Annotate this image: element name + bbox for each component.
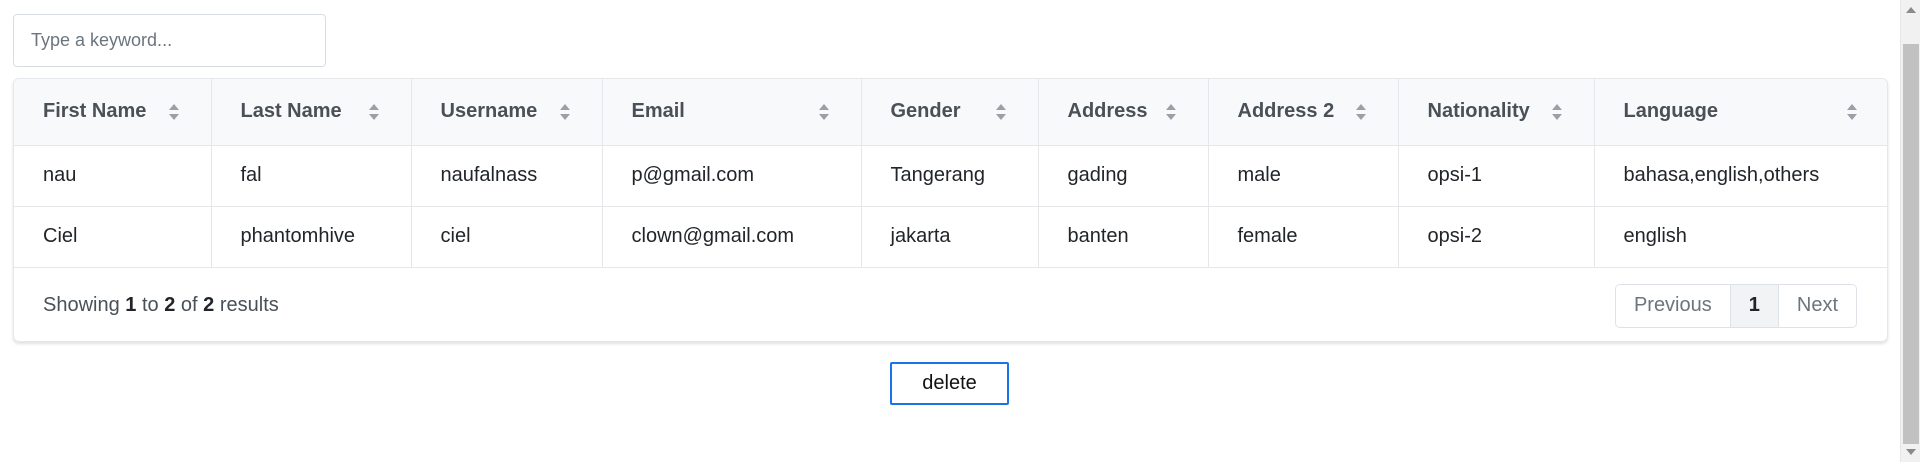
sort-icon[interactable] xyxy=(168,103,180,121)
data-table-card: First Name Last Name Username Email Gend… xyxy=(13,78,1888,342)
table-cell: clown@gmail.com xyxy=(602,206,862,268)
column-label: Address 2 xyxy=(1237,100,1335,123)
column-label: First Name xyxy=(43,100,147,123)
table-cell: male xyxy=(1208,145,1399,207)
table-cell: english xyxy=(1594,206,1887,268)
data-table: First Name Last Name Username Email Gend… xyxy=(14,79,1887,268)
scroll-down-icon[interactable] xyxy=(1906,449,1916,455)
column-label: Gender xyxy=(890,100,961,123)
column-header-last-name[interactable]: Last Name xyxy=(211,79,412,146)
results-info: Showing 1 to 2 of 2 results xyxy=(43,294,279,317)
column-header-nationality[interactable]: Nationality xyxy=(1398,79,1595,146)
table-cell: gading xyxy=(1038,145,1209,207)
sort-icon[interactable] xyxy=(995,103,1007,121)
table-cell: Ciel xyxy=(14,206,212,268)
search-container xyxy=(13,14,326,67)
table-header: First Name Last Name Username Email Gend… xyxy=(14,79,1887,146)
sort-icon[interactable] xyxy=(818,103,830,121)
table-cell: banten xyxy=(1038,206,1209,268)
current-page-button[interactable]: 1 xyxy=(1730,284,1779,327)
table-cell: jakarta xyxy=(861,206,1039,268)
table-cell: naufalnass xyxy=(411,145,603,207)
results-to: 2 xyxy=(164,293,176,316)
column-header-address[interactable]: Address xyxy=(1038,79,1209,146)
table-cell: opsi-1 xyxy=(1398,145,1595,207)
header-row: First Name Last Name Username Email Gend… xyxy=(14,79,1887,146)
table-cell: ciel xyxy=(411,206,603,268)
column-header-language[interactable]: Language xyxy=(1594,79,1887,146)
column-header-email[interactable]: Email xyxy=(602,79,862,146)
table-footer: Showing 1 to 2 of 2 results Previous 1 N… xyxy=(14,268,1887,342)
sort-icon[interactable] xyxy=(1165,103,1177,121)
column-header-username[interactable]: Username xyxy=(411,79,603,146)
column-label: Address xyxy=(1067,100,1148,123)
sort-icon[interactable] xyxy=(368,103,380,121)
results-suffix: results xyxy=(219,293,279,316)
column-label: Username xyxy=(440,100,538,123)
table-body: nau fal naufalnass p@gmail.com Tangerang… xyxy=(14,145,1887,268)
table-cell: nau xyxy=(14,145,212,207)
sort-icon[interactable] xyxy=(1551,103,1563,121)
table-row[interactable]: nau fal naufalnass p@gmail.com Tangerang… xyxy=(14,145,1887,207)
table-row[interactable]: Ciel phantomhive ciel clown@gmail.com ja… xyxy=(14,206,1887,268)
column-header-address-2[interactable]: Address 2 xyxy=(1208,79,1399,146)
table-cell: opsi-2 xyxy=(1398,206,1595,268)
table-cell: phantomhive xyxy=(211,206,412,268)
table-cell: p@gmail.com xyxy=(602,145,862,207)
vertical-scrollbar[interactable] xyxy=(1900,0,1920,462)
results-total: 2 xyxy=(203,293,215,316)
column-header-gender[interactable]: Gender xyxy=(861,79,1039,146)
column-label: Nationality xyxy=(1427,100,1530,123)
results-from: 1 xyxy=(125,293,137,316)
table-cell: female xyxy=(1208,206,1399,268)
table-cell: Tangerang xyxy=(861,145,1039,207)
sort-icon[interactable] xyxy=(559,103,571,121)
table-cell: bahasa,english,others xyxy=(1594,145,1887,207)
results-to-text: to xyxy=(141,293,159,316)
table-cell: fal xyxy=(211,145,412,207)
sort-icon[interactable] xyxy=(1846,103,1858,121)
results-showing-text: Showing xyxy=(43,293,120,316)
column-label: Language xyxy=(1623,100,1718,123)
results-of-text: of xyxy=(180,293,198,316)
delete-button[interactable]: delete xyxy=(890,362,1009,405)
column-header-first-name[interactable]: First Name xyxy=(14,79,212,146)
scroll-up-icon[interactable] xyxy=(1906,7,1916,13)
column-label: Email xyxy=(631,100,685,123)
search-input[interactable] xyxy=(13,14,326,67)
sort-icon[interactable] xyxy=(1355,103,1367,121)
previous-page-button[interactable]: Previous xyxy=(1615,284,1731,327)
scrollbar-thumb[interactable] xyxy=(1903,44,1919,444)
page: First Name Last Name Username Email Gend… xyxy=(0,0,1920,462)
pagination: Previous 1 Next xyxy=(1614,283,1857,328)
next-page-button[interactable]: Next xyxy=(1778,284,1856,327)
column-label: Last Name xyxy=(240,100,342,123)
